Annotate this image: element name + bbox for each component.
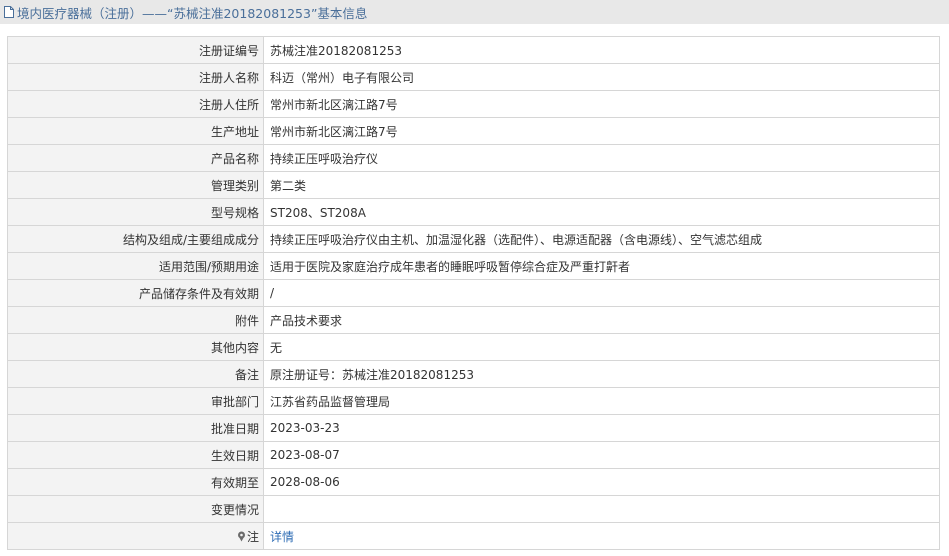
note-value-cell: 详情 [263, 522, 940, 550]
field-value: 常州市新北区漓江路7号 [263, 90, 940, 118]
table-row: 批准日期 2023-03-23 [7, 414, 940, 442]
field-value: 第二类 [263, 171, 940, 199]
field-label: 产品储存条件及有效期 [7, 279, 264, 307]
page-title: 境内医疗器械（注册）——“苏械注准20182081253”基本信息 [17, 5, 368, 21]
field-label: 生产地址 [7, 117, 264, 145]
document-icon [4, 6, 14, 18]
table-row: 生效日期 2023-08-07 [7, 441, 940, 469]
table-row: 附件 产品技术要求 [7, 306, 940, 334]
field-label: 注册证编号 [7, 36, 264, 64]
field-label: 管理类别 [7, 171, 264, 199]
field-value: 江苏省药品监督管理局 [263, 387, 940, 415]
field-value: 持续正压呼吸治疗仪 [263, 144, 940, 172]
table-row: 注册证编号 苏械注准20182081253 [7, 36, 940, 64]
info-table: 注册证编号 苏械注准20182081253 注册人名称 科迈（常州）电子有限公司… [7, 36, 940, 550]
field-label: 注册人名称 [7, 63, 264, 91]
field-value: 常州市新北区漓江路7号 [263, 117, 940, 145]
table-row: 审批部门 江苏省药品监督管理局 [7, 387, 940, 415]
field-value: 苏械注准20182081253 [263, 36, 940, 64]
field-value: ST208、ST208A [263, 198, 940, 226]
field-label: 审批部门 [7, 387, 264, 415]
field-value: 2023-03-23 [263, 414, 940, 442]
table-row: 管理类别 第二类 [7, 171, 940, 199]
page-header: 境内医疗器械（注册）——“苏械注准20182081253”基本信息 [0, 0, 949, 24]
table-row: 有效期至 2028-08-06 [7, 468, 940, 496]
field-value [263, 495, 940, 523]
field-value: / [263, 279, 940, 307]
table-row: 适用范围/预期用途 适用于医院及家庭治疗成年患者的睡眠呼吸暂停综合症及严重打鼾者 [7, 252, 940, 280]
field-label: 产品名称 [7, 144, 264, 172]
table-row: 型号规格 ST208、ST208A [7, 198, 940, 226]
field-value: 产品技术要求 [263, 306, 940, 334]
field-label: 备注 [7, 360, 264, 388]
table-row: 生产地址 常州市新北区漓江路7号 [7, 117, 940, 145]
field-value: 原注册证号：苏械注准20182081253 [263, 360, 940, 388]
field-label: 结构及组成/主要组成成分 [7, 225, 264, 253]
field-label: 生效日期 [7, 441, 264, 469]
table-row: 变更情况 [7, 495, 940, 523]
table-row: 注册人住所 常州市新北区漓江路7号 [7, 90, 940, 118]
table-row: 其他内容 无 [7, 333, 940, 361]
field-label: 适用范围/预期用途 [7, 252, 264, 280]
field-value: 2028-08-06 [263, 468, 940, 496]
field-label: 其他内容 [7, 333, 264, 361]
table-row: 结构及组成/主要组成成分 持续正压呼吸治疗仪由主机、加温湿化器（选配件）、电源适… [7, 225, 940, 253]
table-row: 产品储存条件及有效期 / [7, 279, 940, 307]
field-value: 科迈（常州）电子有限公司 [263, 63, 940, 91]
note-row: 注 详情 [7, 522, 940, 550]
field-label: 有效期至 [7, 468, 264, 496]
field-value: 适用于医院及家庭治疗成年患者的睡眠呼吸暂停综合症及严重打鼾者 [263, 252, 940, 280]
field-label: 型号规格 [7, 198, 264, 226]
field-label: 变更情况 [7, 495, 264, 523]
table-row: 注册人名称 科迈（常州）电子有限公司 [7, 63, 940, 91]
note-label-cell: 注 [7, 522, 264, 550]
table-row: 产品名称 持续正压呼吸治疗仪 [7, 144, 940, 172]
field-value: 2023-08-07 [263, 441, 940, 469]
field-value: 持续正压呼吸治疗仪由主机、加温湿化器（选配件）、电源适配器（含电源线）、空气滤芯… [263, 225, 940, 253]
field-label: 注册人住所 [7, 90, 264, 118]
table-row: 备注 原注册证号：苏械注准20182081253 [7, 360, 940, 388]
pin-icon [237, 531, 246, 542]
field-label: 批准日期 [7, 414, 264, 442]
note-label: 注 [246, 529, 259, 544]
details-link[interactable]: 详情 [270, 530, 294, 544]
field-label: 附件 [7, 306, 264, 334]
field-value: 无 [263, 333, 940, 361]
